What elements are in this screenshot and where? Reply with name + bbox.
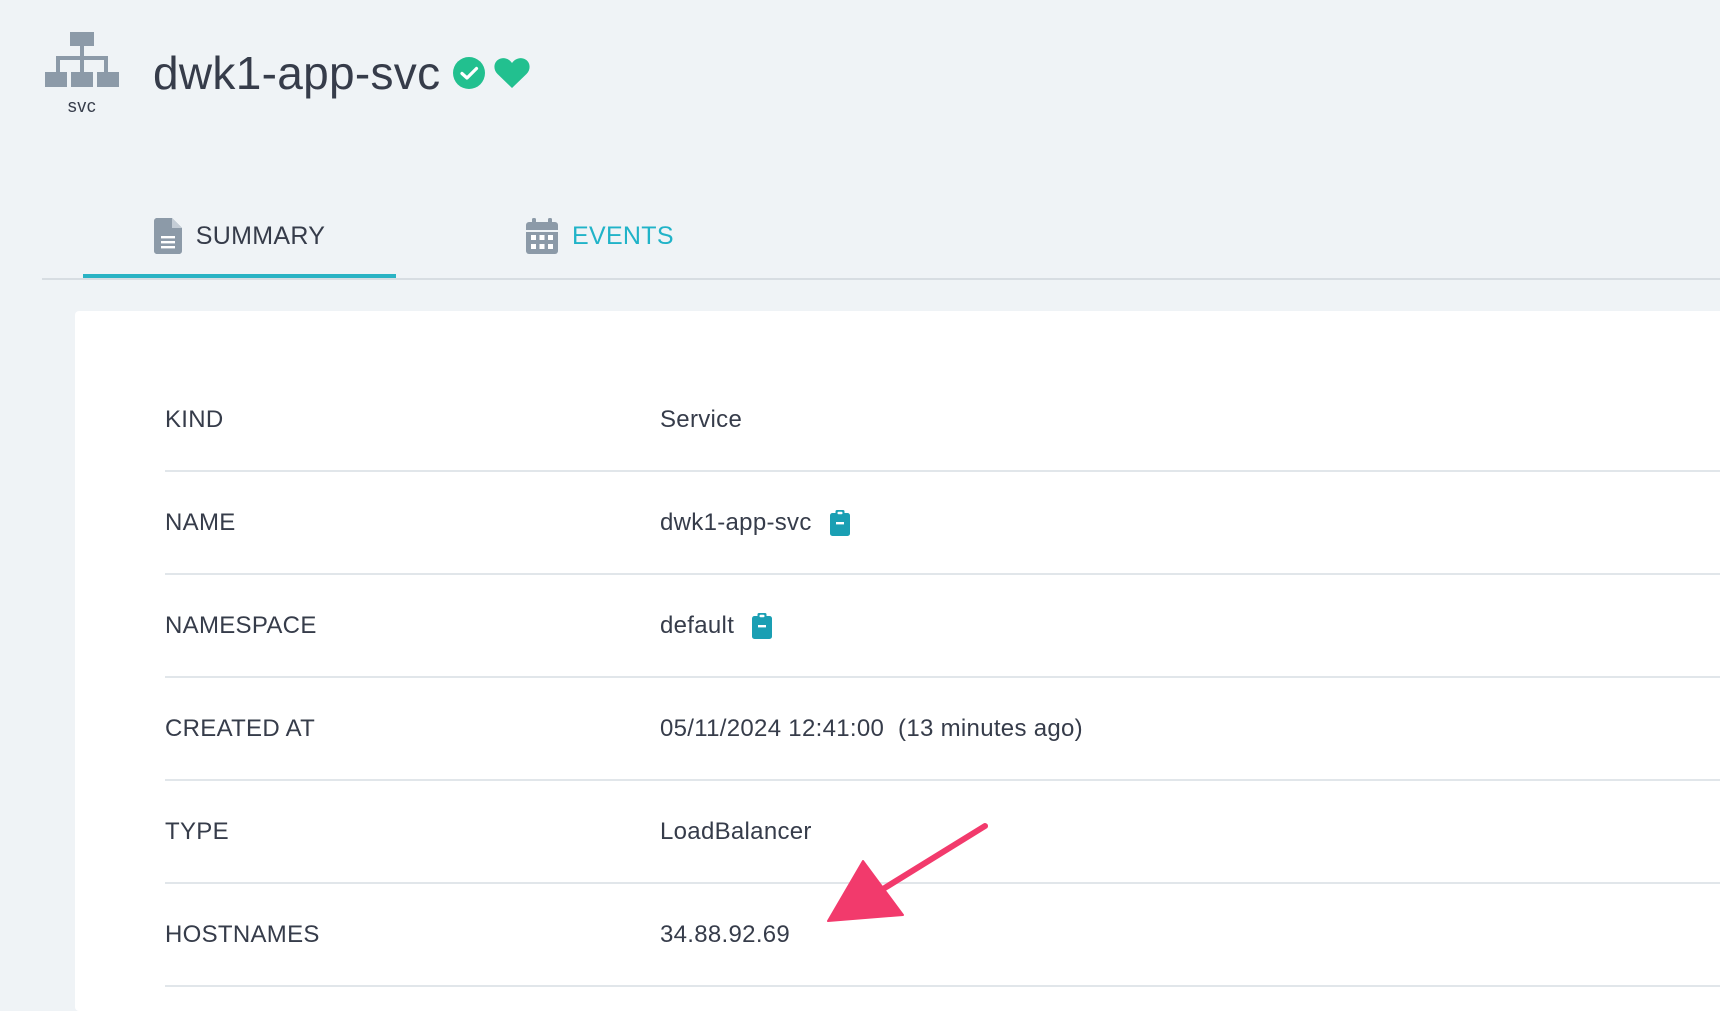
row-value: 05/11/2024 12:41:00 (13 minutes ago)	[660, 714, 1083, 742]
summary-row-name: NAME dwk1-app-svc	[165, 472, 1720, 575]
summary-panel: KIND Service NAME dwk1-app-svc NAMESPACE…	[75, 311, 1720, 1011]
row-value: Service	[660, 405, 743, 433]
row-key: TYPE	[165, 817, 229, 845]
heart-icon	[494, 57, 530, 89]
clipboard-icon[interactable]	[752, 612, 773, 639]
row-value: dwk1-app-svc	[660, 472, 850, 573]
row-key: NAMESPACE	[165, 611, 317, 639]
tab-summary-label: SUMMARY	[195, 221, 326, 250]
summary-row-kind: KIND Service	[165, 311, 1720, 472]
clipboard-icon[interactable]	[829, 509, 850, 536]
check-circle-icon	[452, 56, 486, 90]
file-text-icon	[153, 218, 196, 254]
row-key: KIND	[165, 405, 224, 433]
row-value: default	[660, 575, 773, 676]
summary-row-type: TYPE LoadBalancer	[165, 781, 1720, 884]
summary-row-created-at: CREATED AT 05/11/2024 12:41:00 (13 minut…	[165, 678, 1720, 781]
title-row: dwk1-app-svc	[153, 46, 530, 100]
tab-events-label: EVENTS	[572, 221, 674, 250]
row-key: HOSTNAMES	[165, 920, 320, 948]
sitemap-icon	[44, 32, 120, 88]
summary-row-namespace: NAMESPACE default	[165, 575, 1720, 678]
resource-header: svc dwk1-app-svc	[0, 0, 1720, 150]
row-value: 34.88.92.69	[660, 920, 791, 948]
row-key: NAME	[165, 508, 236, 536]
row-value: LoadBalancer	[660, 817, 812, 845]
tab-events[interactable]: EVENTS	[526, 196, 674, 276]
summary-row-hostnames: HOSTNAMES 34.88.92.69	[165, 884, 1720, 987]
resource-kind-badge: svc	[44, 32, 120, 117]
row-key: CREATED AT	[165, 714, 316, 742]
tab-bar: SUMMARY EVENTS	[42, 196, 1720, 280]
namespace-value: default	[660, 611, 735, 639]
calendar-icon	[526, 218, 572, 254]
tab-summary[interactable]: SUMMARY	[83, 196, 396, 278]
name-value: dwk1-app-svc	[660, 508, 812, 536]
resource-kind-label: svc	[67, 96, 97, 116]
page-title: dwk1-app-svc	[153, 47, 441, 99]
